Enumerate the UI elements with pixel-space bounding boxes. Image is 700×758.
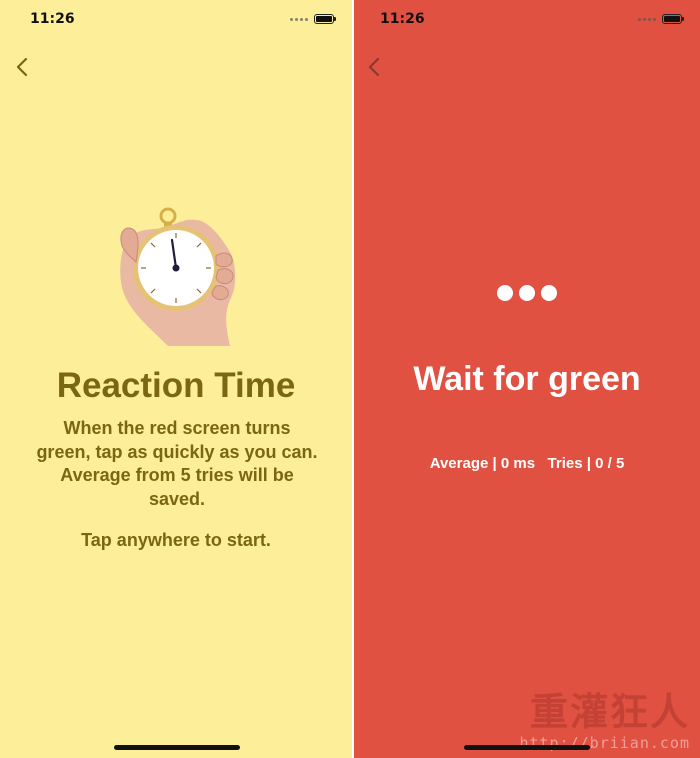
status-time: 11:26 [30,11,75,27]
status-time: 11:26 [380,11,425,27]
battery-icon [662,14,684,24]
home-indicator[interactable] [464,745,590,750]
stopwatch-in-hand-icon [120,207,236,346]
signal-dots-icon [290,17,308,21]
stats-text: Average | 0 ms Tries | 0 / 5 [429,455,625,472]
back-chevron-icon[interactable] [14,56,30,78]
instructions-text: When the red screen turns green, tap as … [36,418,318,509]
signal-dots-icon [638,17,656,21]
start-hint[interactable]: Tap anywhere to start. [0,530,352,551]
status-icons [638,14,684,24]
page-title: Wait for green [413,360,641,398]
watermark: 重灌狂人 http://briian.com [490,689,690,753]
battery-icon [314,14,336,24]
home-indicator[interactable] [114,745,240,750]
intro-screen[interactable]: 11:26 Reaction Time When the red screen … [0,0,352,758]
watermark-logo: 重灌狂人 [529,689,690,734]
status-icons [290,14,336,24]
back-chevron-icon[interactable] [366,56,382,78]
waiting-screen[interactable]: 11:26 Wait for green Average | 0 ms Trie… [354,0,700,758]
loading-dots-icon [497,285,557,301]
page-title: Reaction Time [56,366,296,405]
